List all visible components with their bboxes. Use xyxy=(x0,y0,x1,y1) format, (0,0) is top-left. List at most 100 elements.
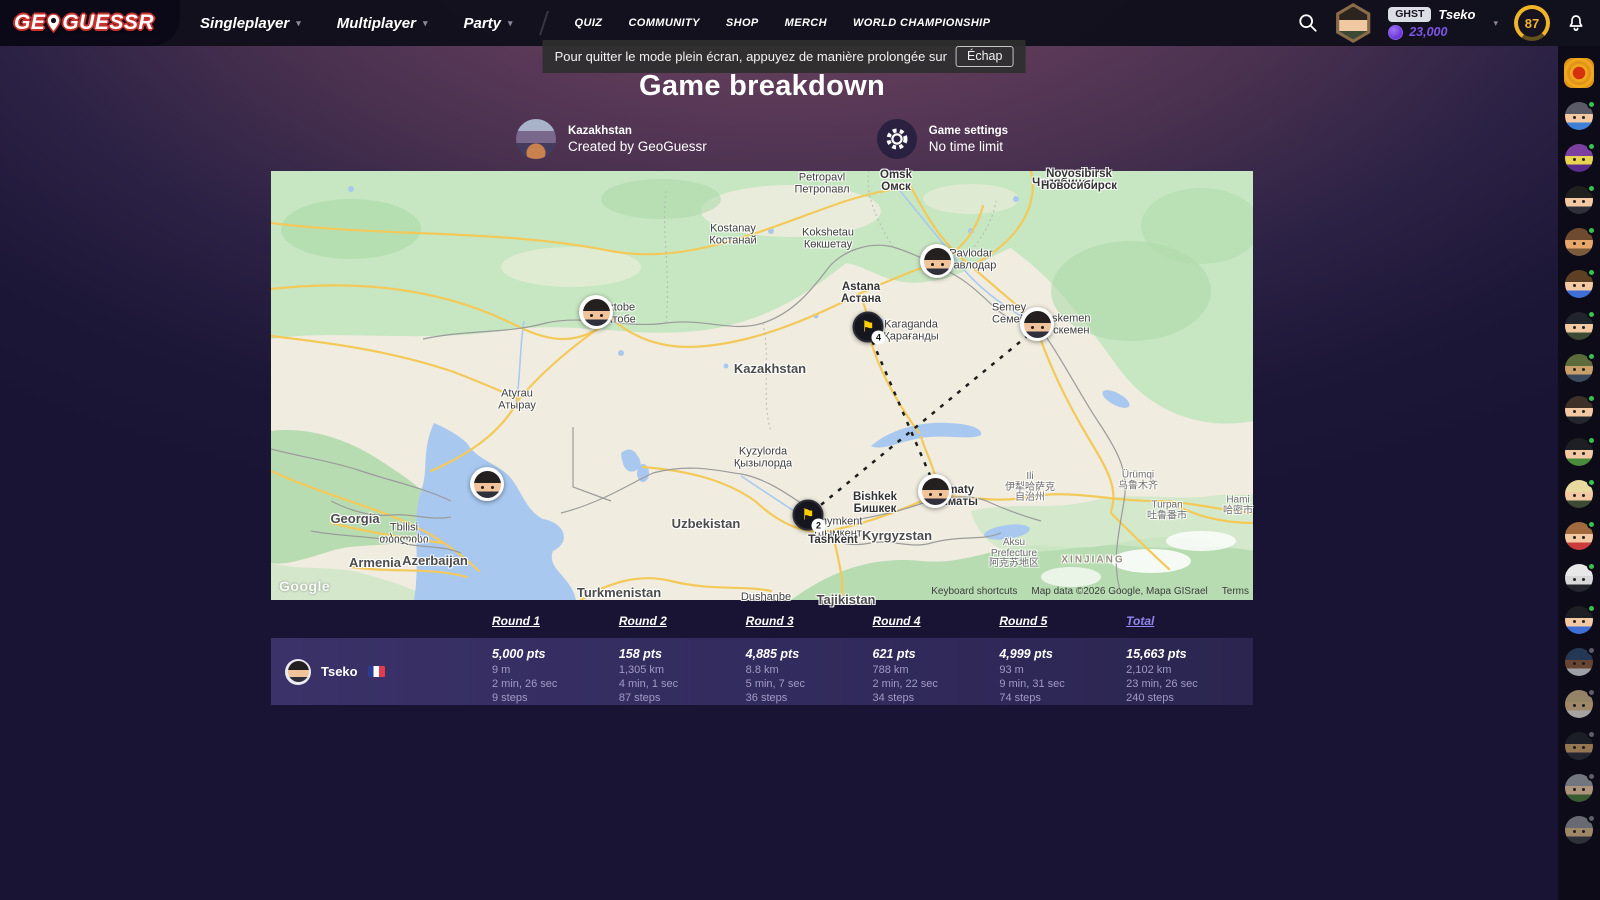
settings-label: Game settings xyxy=(929,125,1008,137)
points-value: 5,000 pts xyxy=(492,647,619,661)
search-icon[interactable] xyxy=(1298,13,1318,33)
player-guess-marker[interactable] xyxy=(918,474,952,508)
menu-item-multiplayer[interactable]: Multiplayer▾ xyxy=(337,15,428,32)
friend-avatar[interactable] xyxy=(1565,690,1593,718)
time-value: 9 min, 31 sec xyxy=(999,678,1126,692)
column-header-round-2[interactable]: Round 2 xyxy=(619,614,746,628)
status-dot xyxy=(1587,352,1596,361)
round-location-marker[interactable]: ⚑2 xyxy=(793,500,824,531)
column-header-round-3[interactable]: Round 3 xyxy=(746,614,873,628)
event-badge[interactable] xyxy=(1564,58,1594,88)
friend-avatar[interactable] xyxy=(1565,480,1593,508)
map-thumbnail xyxy=(516,119,556,159)
status-dot xyxy=(1587,772,1596,781)
username: Tseko xyxy=(1438,7,1475,22)
keyboard-shortcuts-link[interactable]: Keyboard shortcuts xyxy=(931,586,1017,597)
player-column-spacer xyxy=(271,614,492,628)
score-cell: 15,663 pts2,102 km23 min, 26 sec240 step… xyxy=(1126,638,1253,705)
settings-value: No time limit xyxy=(929,139,1008,154)
time-value: 4 min, 1 sec xyxy=(619,678,746,692)
map-data-copyright: Map data ©2026 Google, Mapa GISrael xyxy=(1031,586,1207,597)
distance-value: 9 m xyxy=(492,664,619,678)
menu-item-singleplayer[interactable]: Singleplayer▾ xyxy=(200,15,301,32)
steps-value: 9 steps xyxy=(492,692,619,706)
friend-avatar[interactable] xyxy=(1565,396,1593,424)
status-dot xyxy=(1587,226,1596,235)
status-dot xyxy=(1587,184,1596,193)
nav-link-shop[interactable]: SHOP xyxy=(726,17,759,29)
map-info[interactable]: Kazakhstan Created by GeoGuessr xyxy=(516,119,707,159)
logo-text-right: GUESSR xyxy=(62,11,154,35)
game-breakdown-page: Game breakdown Kazakhstan Created by Geo… xyxy=(0,46,1524,705)
status-dot xyxy=(1587,688,1596,697)
nav-link-quiz[interactable]: QUIZ xyxy=(575,17,603,29)
menu-item-party[interactable]: Party▾ xyxy=(463,15,512,32)
friend-avatar[interactable] xyxy=(1565,186,1593,214)
player-guess-marker[interactable] xyxy=(1020,307,1054,341)
avatar-eyes xyxy=(1573,326,1576,329)
status-dot xyxy=(1587,436,1596,445)
friend-avatar[interactable] xyxy=(1565,438,1593,466)
map-attribution: Keyboard shortcuts Map data ©2026 Google… xyxy=(931,586,1249,597)
user-avatar[interactable] xyxy=(1334,3,1372,43)
friend-avatar[interactable] xyxy=(1565,816,1593,844)
friend-avatar[interactable] xyxy=(1565,648,1593,676)
logo-text-left: GE xyxy=(14,11,45,35)
chevron-down-icon[interactable]: ▾ xyxy=(1493,18,1498,29)
player-score-row[interactable]: Tseko 5,000 pts9 m2 min, 26 sec9 steps15… xyxy=(271,638,1253,705)
avatar-eyes xyxy=(1573,620,1576,623)
player-avatar xyxy=(285,659,311,685)
friend-avatar[interactable] xyxy=(1565,606,1593,634)
friend-avatar[interactable] xyxy=(1565,732,1593,760)
friend-avatar[interactable] xyxy=(1565,522,1593,550)
terms-link[interactable]: Terms xyxy=(1222,586,1249,597)
distance-value: 2,102 km xyxy=(1126,664,1253,678)
escape-key-label: Échap xyxy=(956,46,1013,67)
geoguessr-logo[interactable]: GE GUESSR xyxy=(0,0,180,46)
chevron-down-icon: ▾ xyxy=(296,18,301,29)
avatar-eyes xyxy=(1573,200,1576,203)
nav-link-merch[interactable]: MERCH xyxy=(785,17,827,29)
points-value: 4,999 pts xyxy=(999,647,1126,661)
nav-link-community[interactable]: COMMUNITY xyxy=(628,17,699,29)
level-badge[interactable]: 87 xyxy=(1514,5,1550,41)
status-dot xyxy=(1587,478,1596,487)
nav-link-world-championship[interactable]: WORLD CHAMPIONSHIP xyxy=(853,17,990,29)
time-value: 23 min, 26 sec xyxy=(1126,678,1253,692)
column-header-total[interactable]: Total xyxy=(1126,614,1253,628)
google-logo[interactable]: Google xyxy=(279,578,330,594)
avatar-eyes xyxy=(1573,284,1576,287)
friend-avatar[interactable] xyxy=(1565,270,1593,298)
scoreboard: Round 1Round 2Round 3Round 4Round 5Total… xyxy=(271,614,1253,705)
user-menu[interactable]: GHST Tseko 23,000 xyxy=(1388,7,1475,40)
player-guess-marker[interactable] xyxy=(920,244,954,278)
player-guess-marker[interactable] xyxy=(470,467,504,501)
friend-avatar[interactable] xyxy=(1565,312,1593,340)
main-menu: Singleplayer▾ Multiplayer▾ Party▾ xyxy=(200,15,549,32)
round-location-marker[interactable]: ⚑4 xyxy=(853,312,884,343)
friend-avatar[interactable] xyxy=(1565,564,1593,592)
points-value: 15,663 pts xyxy=(1126,647,1253,661)
status-dot xyxy=(1587,100,1596,109)
player-guess-marker[interactable] xyxy=(579,295,613,329)
friend-avatar[interactable] xyxy=(1565,354,1593,382)
game-map[interactable]: ЧелябинскPetropavlПетропавлOmskОмскNovos… xyxy=(271,171,1253,600)
notifications-bell-icon[interactable] xyxy=(1566,13,1586,34)
avatar-eyes xyxy=(1573,578,1576,581)
banner-text: Pour quitter le mode plein écran, appuye… xyxy=(555,49,947,64)
time-value: 2 min, 22 sec xyxy=(873,678,1000,692)
status-dot xyxy=(1587,268,1596,277)
friend-avatar[interactable] xyxy=(1565,144,1593,172)
score-cell: 4,885 pts8.8 km5 min, 7 sec36 steps xyxy=(746,638,873,705)
status-dot xyxy=(1587,310,1596,319)
avatar-eyes xyxy=(1573,242,1576,245)
avatar xyxy=(474,471,501,498)
friend-avatar[interactable] xyxy=(1565,228,1593,256)
avatar xyxy=(1024,311,1051,338)
friend-avatar[interactable] xyxy=(1565,774,1593,802)
friend-avatar[interactable] xyxy=(1565,102,1593,130)
column-header-round-4[interactable]: Round 4 xyxy=(873,614,1000,628)
column-header-round-5[interactable]: Round 5 xyxy=(999,614,1126,628)
score-cell: 621 pts788 km2 min, 22 sec34 steps xyxy=(873,638,1000,705)
column-header-round-1[interactable]: Round 1 xyxy=(492,614,619,628)
